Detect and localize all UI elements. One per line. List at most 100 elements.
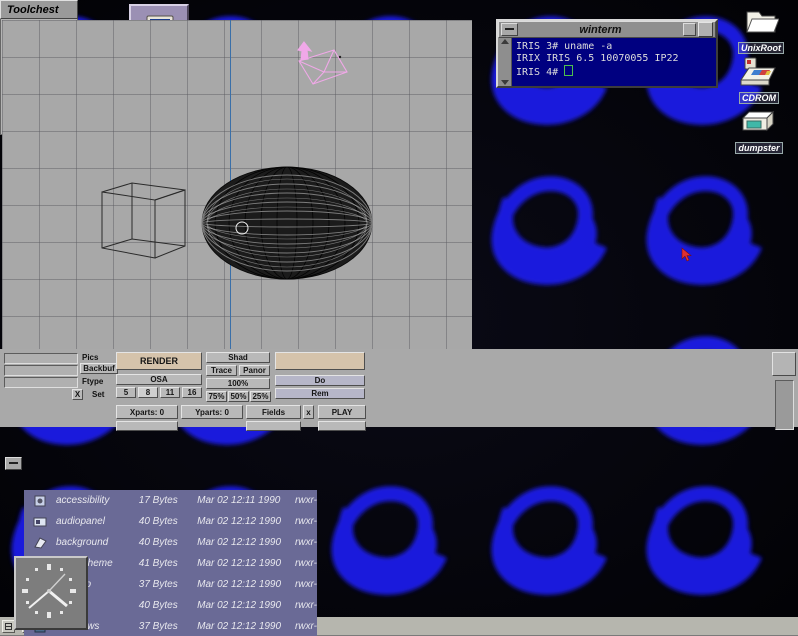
rem-button[interactable]: Rem [275, 388, 365, 399]
camera-icon [297, 41, 348, 85]
render-control-panel[interactable]: Pics Backbuf Ftype X Set RENDER OSA 5 8 … [0, 349, 798, 431]
file-date: Mar 02 12:12 1990 [197, 600, 282, 611]
preview-button[interactable] [275, 352, 365, 370]
restore-icon[interactable] [683, 23, 696, 36]
terminal-screen[interactable]: IRIS 3# uname -a IRIX IRIS 6.5 10070055 … [512, 38, 716, 86]
minimize-icon[interactable] [5, 456, 22, 470]
ftype-label: Ftype [82, 377, 104, 386]
desktop-root: Toolchest Desktop Selected Internet Find… [0, 0, 798, 636]
terminal-scrollbar[interactable] [498, 38, 512, 86]
file-date: Mar 02 12:12 1990 [197, 579, 282, 590]
dumpster-icon [733, 102, 785, 142]
do-button[interactable]: Do [275, 375, 365, 386]
winterm-titlebar[interactable]: winterm [498, 21, 716, 38]
extra-field-2[interactable] [246, 421, 301, 431]
panor-button[interactable]: Panor [239, 365, 270, 376]
file-size: 40 Bytes [138, 600, 178, 611]
file-name: accessibility [55, 495, 110, 506]
desktop-icon-unixroot[interactable]: UnixRoot [735, 2, 787, 54]
fields-toggle[interactable]: x [303, 405, 314, 419]
panel-icon-button[interactable] [772, 352, 796, 376]
desktop-icon-cdrom[interactable]: CDROM [733, 52, 785, 104]
shade-button[interactable]: Shad [206, 352, 270, 363]
yparts-button[interactable]: Yparts: 0 [181, 405, 243, 419]
file-icon [24, 514, 56, 530]
render-button[interactable]: RENDER [116, 352, 202, 370]
scale-100-button[interactable]: 100% [206, 378, 270, 389]
set-toggle[interactable]: X [72, 389, 83, 400]
file-date: Mar 02 12:12 1990 [197, 537, 282, 548]
terminal-prompt-line: IRIS 4# [516, 65, 712, 79]
fields-button[interactable]: Fields [246, 405, 301, 419]
file-date: Mar 02 12:12 1990 [197, 621, 282, 632]
file-permissions: rwxr- [294, 621, 317, 632]
file-permissions: rwxr- [294, 600, 317, 611]
xparts-button[interactable]: Xparts: 0 [116, 405, 178, 419]
file-permissions: rwxr- [294, 495, 317, 506]
scroll-down-icon[interactable] [500, 80, 509, 85]
file-icon [24, 535, 56, 551]
terminal-line: IRIS 3# uname -a [516, 41, 613, 52]
play-button[interactable]: PLAY [318, 405, 366, 419]
maximize-icon[interactable] [698, 22, 713, 37]
terminal-prompt: IRIS 4# [516, 67, 565, 78]
file-permissions: rwxr- [294, 516, 317, 527]
minimize-icon[interactable] [501, 23, 518, 36]
path-field-3[interactable] [4, 377, 78, 388]
trace-button[interactable]: Trace [206, 365, 237, 376]
file-permissions: rwxr- [294, 579, 317, 590]
viewport-scene [101, 41, 373, 280]
path-field-1[interactable] [4, 353, 78, 364]
set-label: Set [92, 390, 105, 399]
extra-field-1[interactable] [116, 421, 178, 431]
wireframe-sphere [201, 166, 373, 280]
file-size: 37 Bytes [138, 579, 178, 590]
osa-button[interactable]: OSA [116, 374, 202, 385]
table-row[interactable]: audiopanel 40 Bytes Mar 02 12:12 1990 rw… [24, 511, 317, 532]
scale-25-button[interactable]: 25% [250, 391, 271, 402]
osa-5-button[interactable]: 5 [116, 387, 136, 398]
file-permissions: rwxr- [294, 558, 317, 569]
backbuf-button[interactable]: Backbuf [80, 363, 118, 374]
file-size: 17 Bytes [138, 495, 178, 506]
table-row[interactable]: accessibility 17 Bytes Mar 02 12:11 1990… [24, 490, 317, 511]
osa-11-button[interactable]: 11 [160, 387, 180, 398]
desktop-icon-dumpster[interactable]: dumpster [733, 102, 785, 154]
scale-75-button[interactable]: 75% [206, 391, 227, 402]
scroll-up-icon[interactable] [500, 39, 509, 44]
table-row[interactable]: background 40 Bytes Mar 02 12:12 1990 rw… [24, 532, 317, 553]
file-permissions: rwxr- [294, 537, 317, 548]
desktop-icon-label: dumpster [735, 142, 783, 154]
file-size: 41 Bytes [138, 558, 178, 569]
clock-face [16, 558, 82, 624]
file-size: 40 Bytes [138, 537, 178, 548]
file-name: audiopanel [55, 516, 105, 527]
winterm-window[interactable]: winterm IRIS 3# uname -a IRIX IRIS 6.5 1… [496, 19, 718, 88]
folder-icon [735, 2, 787, 42]
text-cursor [564, 65, 574, 76]
file-size: 37 Bytes [138, 621, 178, 632]
wireframe-cube [101, 182, 186, 259]
pics-label: Pics [82, 353, 99, 362]
toolchest-title: Toolchest [0, 0, 78, 19]
mouse-cursor [681, 247, 692, 265]
analog-clock-window[interactable] [14, 556, 88, 630]
extra-field-3[interactable] [318, 421, 366, 431]
cdrom-drive-icon [733, 52, 785, 92]
path-field-2[interactable] [4, 365, 78, 376]
file-date: Mar 02 12:11 1990 [197, 495, 281, 506]
osa-8-button[interactable]: 8 [138, 387, 158, 398]
scale-50-button[interactable]: 50% [228, 391, 249, 402]
terminal-line: IRIX IRIS 6.5 10070055 IP22 [516, 53, 679, 64]
file-size: 40 Bytes [138, 516, 178, 527]
file-name: background [55, 537, 109, 548]
file-icon [24, 493, 56, 509]
vertical-slider[interactable] [775, 380, 794, 430]
terminal-area: IRIS 3# uname -a IRIX IRIS 6.5 10070055 … [498, 38, 716, 86]
3d-viewport[interactable] [2, 20, 472, 350]
file-date: Mar 02 12:12 1990 [197, 516, 282, 527]
file-date: Mar 02 12:12 1990 [197, 558, 282, 569]
modeling-app-window[interactable]: Pics Backbuf Ftype X Set RENDER OSA 5 8 … [0, 0, 798, 636]
osa-16-button[interactable]: 16 [182, 387, 202, 398]
winterm-title: winterm [579, 23, 622, 36]
